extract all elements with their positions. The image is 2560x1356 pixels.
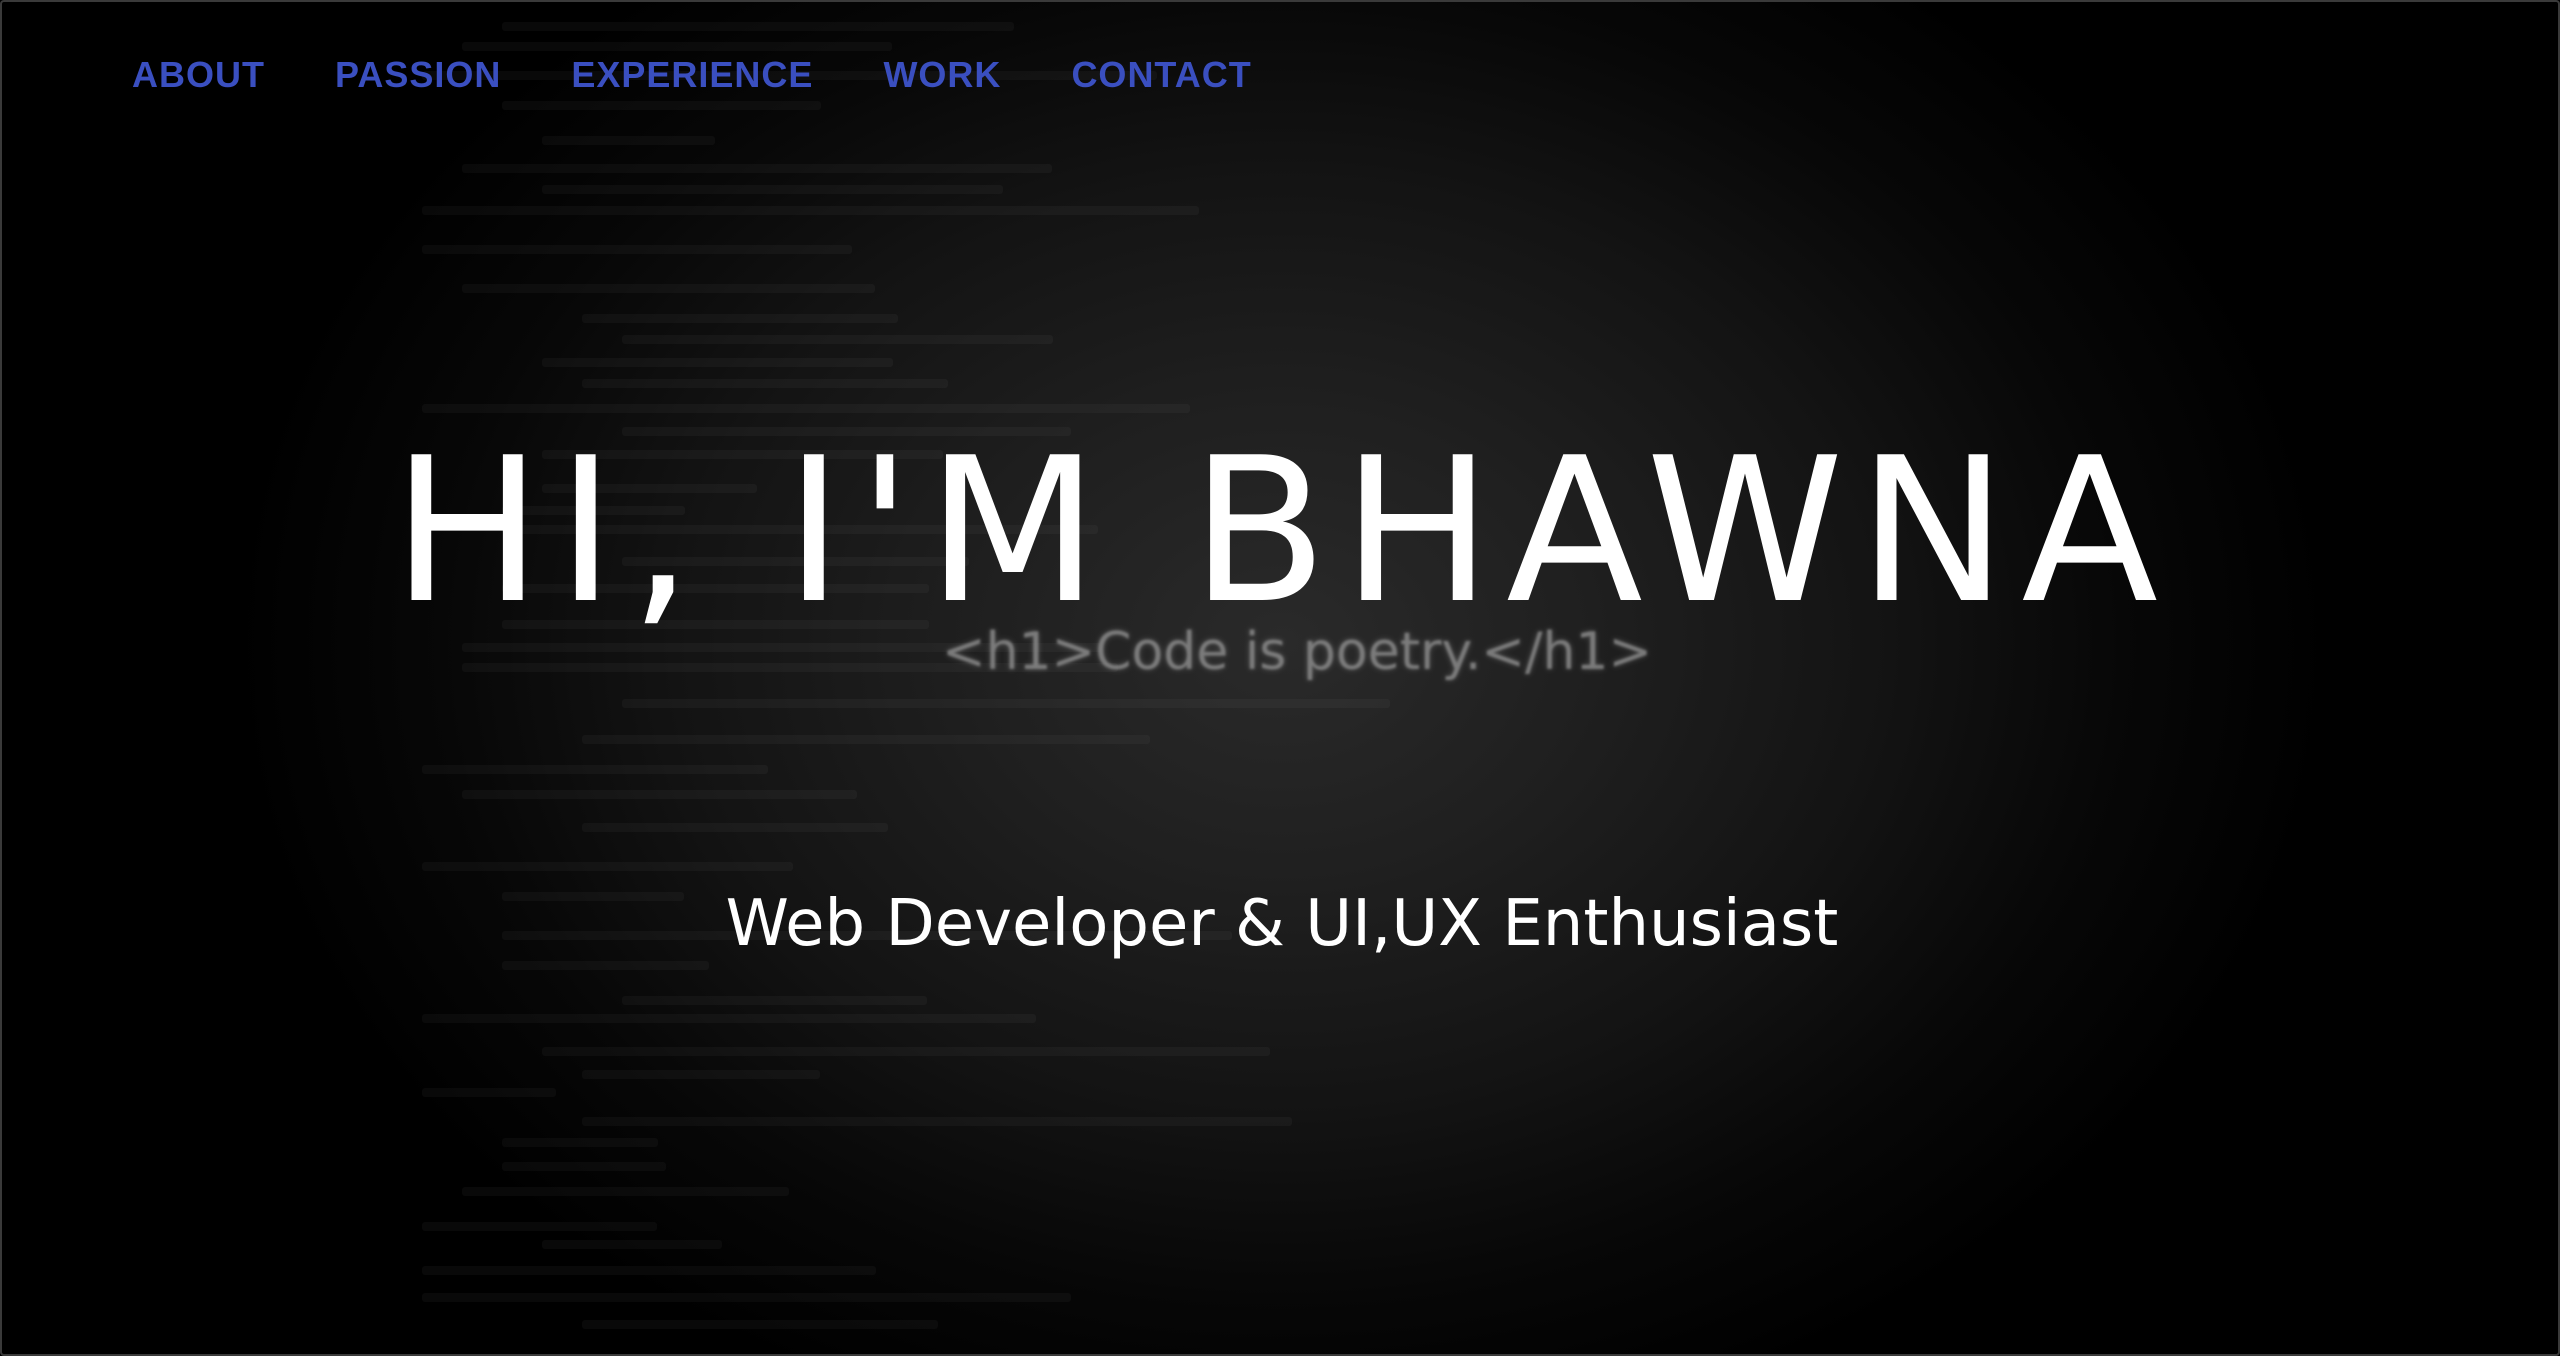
code-texture-line	[542, 358, 893, 367]
nav-item-about[interactable]: ABOUT	[132, 54, 265, 96]
hero-title: HI, I'M BHAWNA	[391, 415, 2173, 648]
code-texture-line	[422, 404, 1190, 413]
code-texture-line	[422, 1293, 1071, 1302]
code-texture-line	[462, 1187, 789, 1196]
nav-item-passion[interactable]: PASSION	[335, 54, 501, 96]
code-texture-line	[582, 823, 888, 832]
hero-page: <h1>Code is poetry.</h1> ABOUT PASSION E…	[0, 0, 2560, 1356]
code-texture-line	[462, 164, 1052, 173]
code-texture-line	[422, 765, 768, 774]
code-texture-line	[422, 245, 852, 254]
code-texture-line	[622, 699, 1390, 708]
code-texture-line	[582, 735, 1150, 744]
code-texture-line	[622, 996, 927, 1005]
code-texture-line	[582, 314, 898, 323]
code-texture-line	[502, 101, 821, 110]
code-texture-line	[582, 379, 948, 388]
top-navigation: ABOUT PASSION EXPERIENCE WORK CONTACT	[132, 54, 1322, 96]
code-texture-line	[422, 862, 793, 871]
code-texture-line	[502, 1138, 658, 1147]
code-texture-line	[542, 1047, 1270, 1056]
code-texture-line	[542, 136, 715, 145]
code-texture-line	[542, 1240, 722, 1249]
code-texture-line	[502, 1162, 666, 1171]
code-texture-line	[582, 1070, 820, 1079]
code-texture-line	[462, 284, 875, 293]
hero-subtitle: Web Developer & UI,UX Enthusiast	[725, 887, 1839, 961]
nav-item-contact[interactable]: CONTACT	[1071, 54, 1251, 96]
code-texture-line	[502, 961, 709, 970]
code-texture-line	[502, 22, 1014, 31]
nav-item-work[interactable]: WORK	[883, 54, 1001, 96]
code-texture-line	[582, 1117, 1292, 1126]
code-texture-line	[422, 1266, 876, 1275]
code-texture-line	[542, 185, 1003, 194]
code-texture-line	[462, 790, 857, 799]
code-texture-line	[422, 1222, 657, 1231]
code-texture-line	[582, 1320, 938, 1329]
code-texture-line	[422, 1014, 1036, 1023]
code-texture-line	[422, 206, 1199, 215]
nav-item-experience[interactable]: EXPERIENCE	[571, 54, 813, 96]
code-texture-line	[422, 1088, 556, 1097]
code-texture-line	[462, 42, 892, 51]
code-texture-line	[622, 335, 1053, 344]
